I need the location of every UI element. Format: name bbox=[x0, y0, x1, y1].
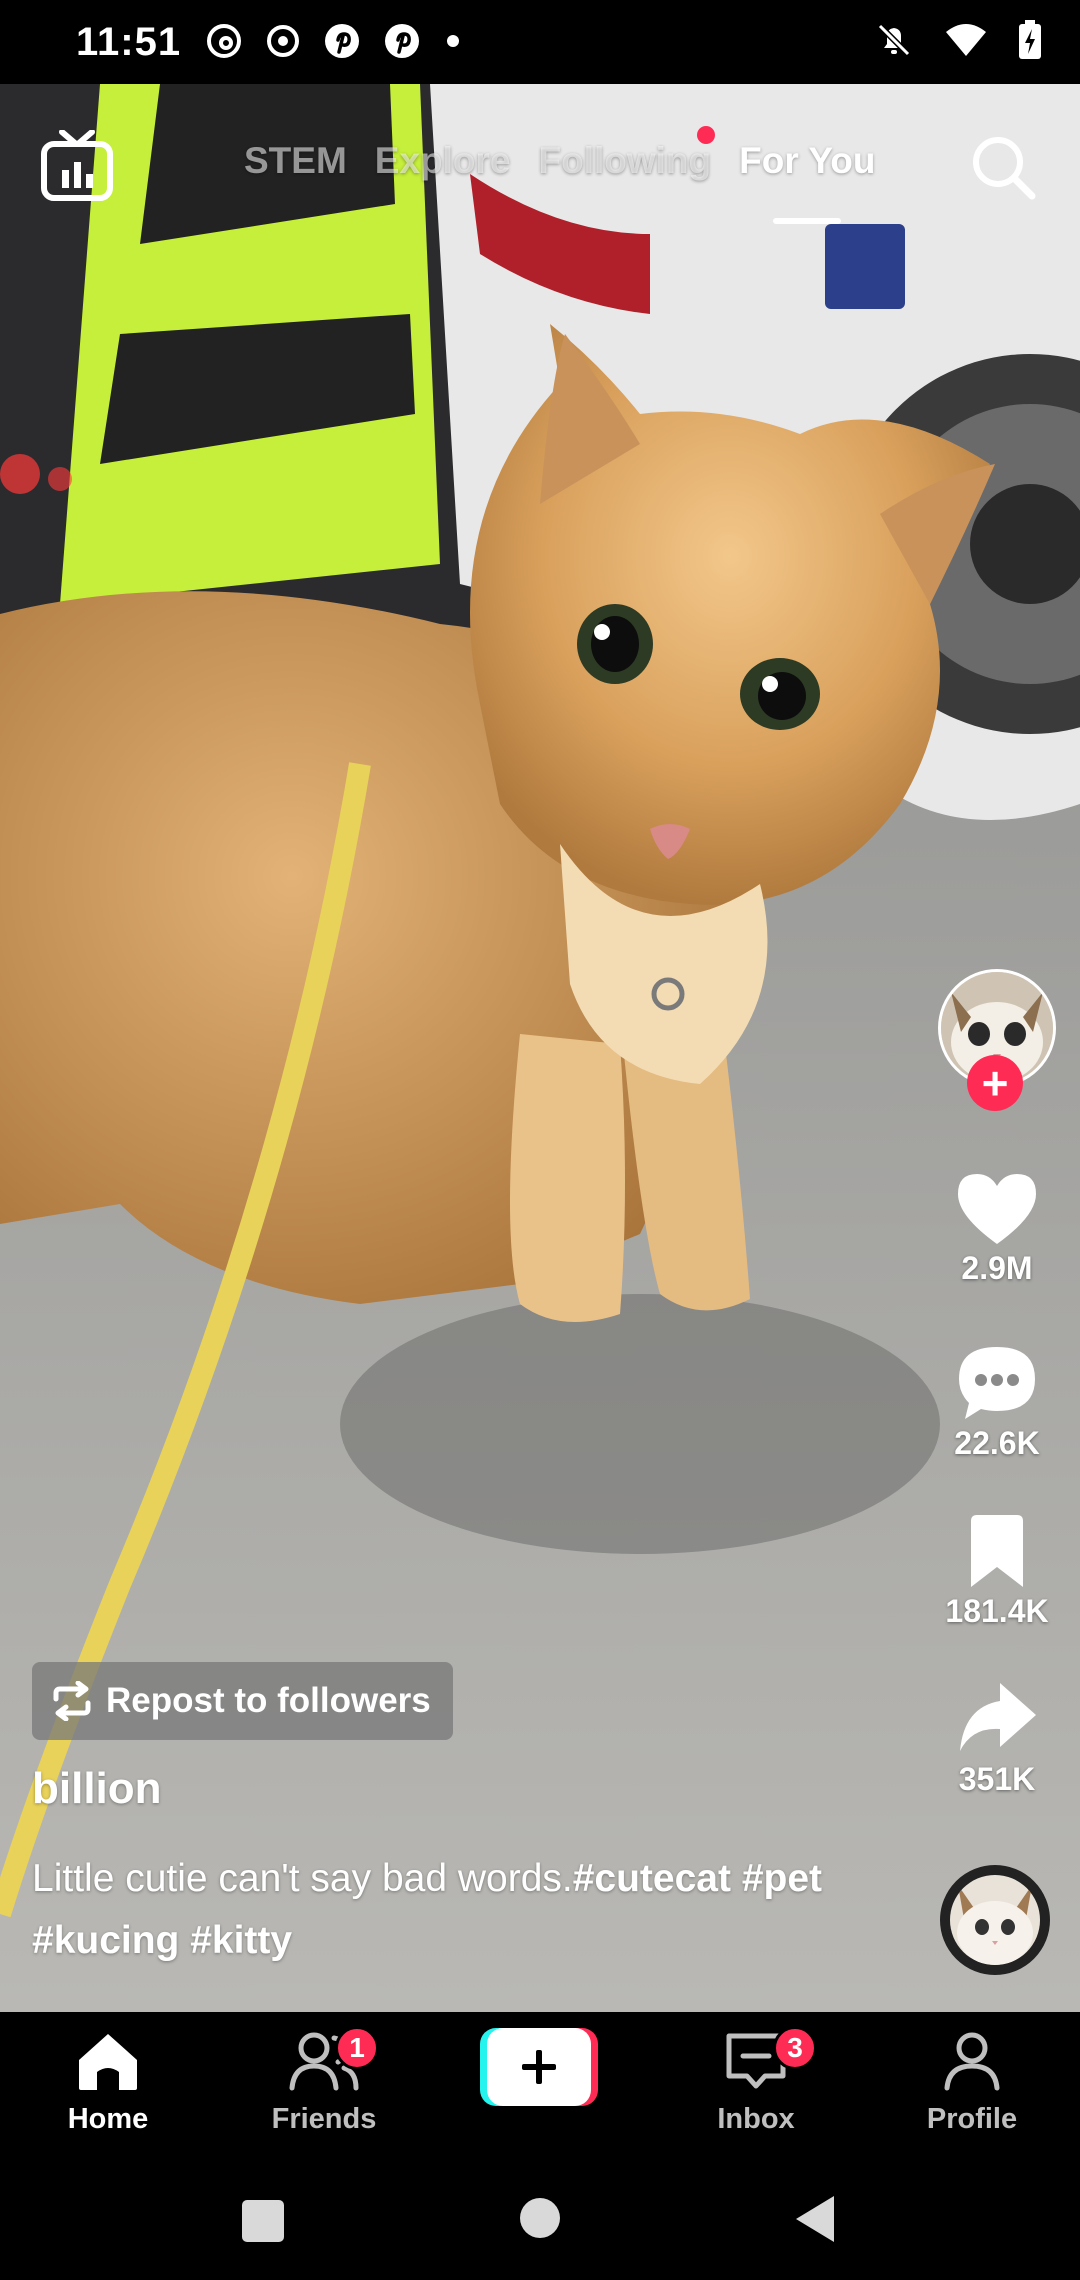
create-button[interactable] bbox=[480, 2028, 598, 2106]
tab-explore[interactable]: Explore bbox=[375, 140, 511, 182]
tv-icon[interactable] bbox=[40, 130, 114, 202]
music-cover-image bbox=[950, 1875, 1040, 1965]
tab-label: For You bbox=[739, 140, 876, 181]
save-count: 181.4K bbox=[945, 1593, 1049, 1629]
back-button[interactable] bbox=[794, 2194, 838, 2244]
dot-icon bbox=[447, 35, 459, 47]
search-icon[interactable] bbox=[968, 132, 1038, 202]
caption[interactable]: Little cutie can't say bad words.#cuteca… bbox=[32, 1848, 912, 1972]
like-count: 2.9M bbox=[961, 1250, 1033, 1286]
tab-label: Following bbox=[538, 140, 712, 181]
nav-label: Friends bbox=[271, 2103, 377, 2135]
active-tab-indicator bbox=[773, 218, 842, 224]
status-notification-icons bbox=[205, 22, 463, 60]
like-button[interactable]: 2.9M bbox=[932, 1170, 1062, 1287]
status-time: 11:51 bbox=[76, 20, 182, 64]
nav-friends[interactable]: Friends 1 bbox=[249, 2026, 399, 2136]
home-button[interactable] bbox=[518, 2196, 562, 2240]
save-button[interactable]: 181.4K bbox=[932, 1513, 1062, 1630]
tab-for-you[interactable]: For You bbox=[739, 140, 876, 224]
nav-home[interactable]: Home bbox=[33, 2030, 183, 2136]
repost-button[interactable]: Repost to followers bbox=[32, 1662, 453, 1740]
share-count: 351K bbox=[958, 1761, 1036, 1797]
heart-icon bbox=[958, 1174, 1036, 1244]
comment-count: 22.6K bbox=[954, 1425, 1040, 1461]
repost-label: Repost to followers bbox=[106, 1681, 431, 1720]
username[interactable]: billion bbox=[32, 1764, 162, 1814]
repost-icon bbox=[53, 1681, 91, 1721]
status-system-icons bbox=[874, 20, 1042, 60]
threads-icon bbox=[207, 24, 241, 58]
system-navigation-bar bbox=[0, 2164, 1080, 2280]
record-icon bbox=[267, 25, 299, 57]
inbox-badge: 3 bbox=[773, 2026, 817, 2070]
recents-button[interactable] bbox=[240, 2198, 286, 2244]
tab-stem[interactable]: STEM bbox=[244, 140, 347, 182]
tab-following[interactable]: Following bbox=[538, 126, 716, 182]
battery-charging-icon bbox=[1019, 20, 1041, 59]
feed-tabs: STEM Explore Following For You bbox=[244, 126, 876, 224]
nav-inbox[interactable]: Inbox 3 bbox=[681, 2026, 831, 2136]
bookmark-icon bbox=[971, 1515, 1023, 1587]
top-navigation: STEM Explore Following For You bbox=[0, 100, 1080, 230]
profile-icon bbox=[944, 2032, 1000, 2091]
share-icon bbox=[960, 1683, 1036, 1751]
pinterest-icon bbox=[325, 24, 359, 58]
wifi-icon bbox=[946, 24, 986, 56]
bottom-navigation: Home Friends 1 Inbox 3 Profile bbox=[0, 2012, 1080, 2164]
nav-label: Profile bbox=[926, 2103, 1018, 2135]
friends-badge: 1 bbox=[335, 2026, 379, 2070]
tab-label: Explore bbox=[374, 140, 511, 181]
home-icon bbox=[79, 2034, 137, 2090]
tab-label: STEM bbox=[244, 140, 347, 181]
pinterest-icon bbox=[385, 24, 419, 58]
share-button[interactable]: 351K bbox=[932, 1677, 1062, 1798]
follow-button[interactable]: + bbox=[967, 1055, 1023, 1111]
comment-button[interactable]: 22.6K bbox=[932, 1343, 1062, 1462]
status-bar: 11:51 bbox=[0, 0, 1080, 84]
nav-label: Inbox bbox=[717, 2103, 795, 2135]
notification-dot bbox=[697, 126, 716, 144]
nav-profile[interactable]: Profile bbox=[897, 2030, 1047, 2136]
caption-text: Little cutie can't say bad words. bbox=[32, 1857, 573, 1900]
mute-icon bbox=[877, 23, 911, 57]
music-disc[interactable] bbox=[940, 1865, 1050, 1975]
nav-label: Home bbox=[67, 2103, 149, 2135]
comment-icon bbox=[959, 1347, 1035, 1419]
